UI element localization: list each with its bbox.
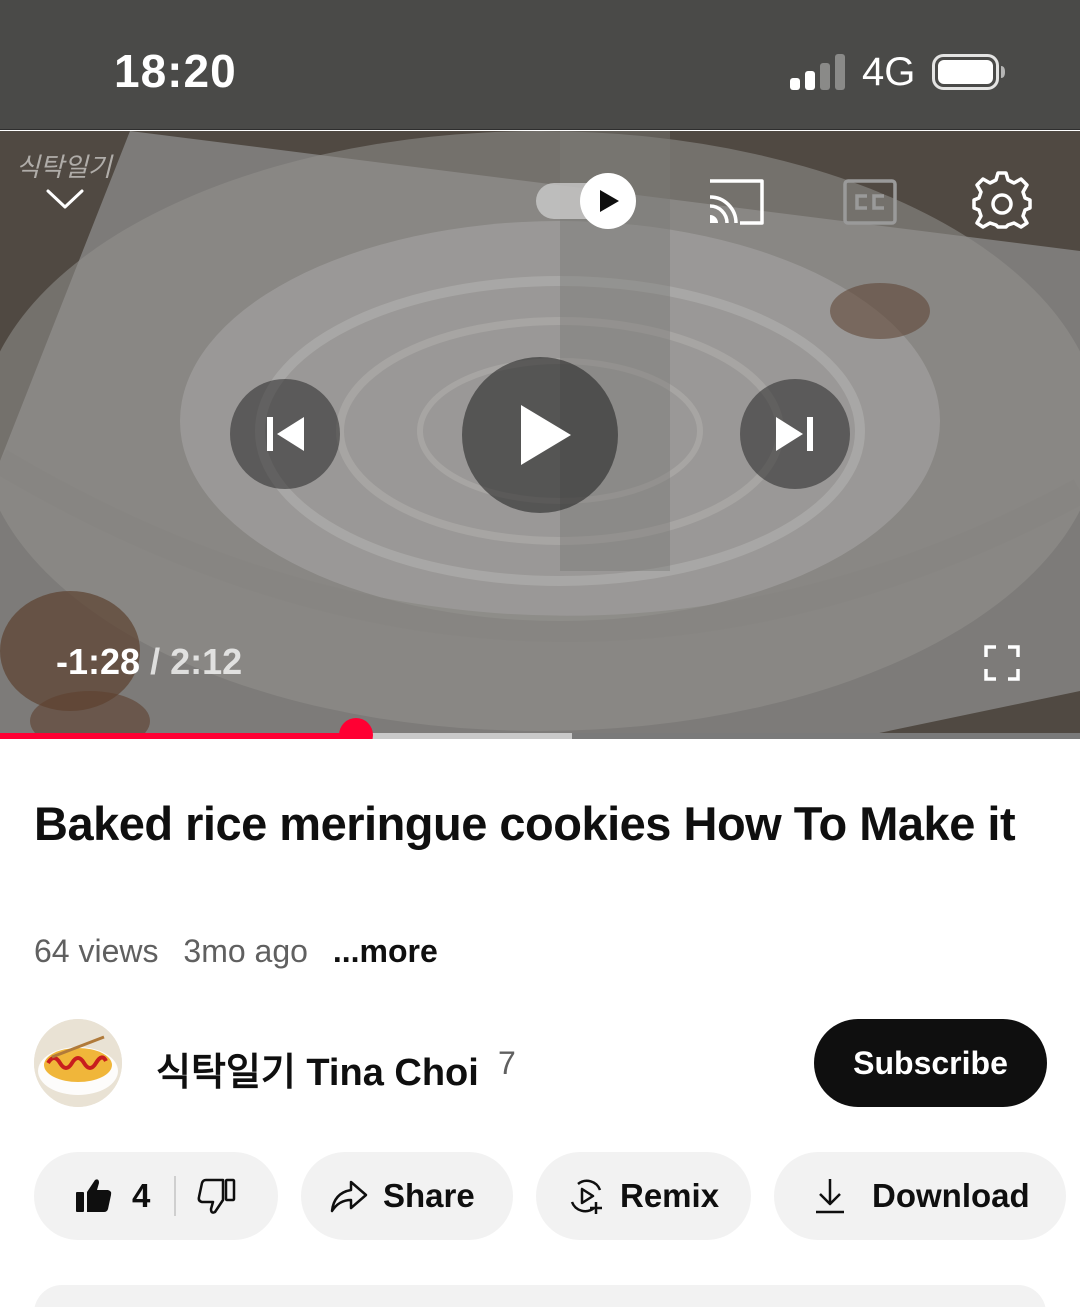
battery-icon	[932, 54, 1005, 90]
download-button[interactable]: Download	[774, 1152, 1066, 1240]
video-info-sheet: Baked rice meringue cookies How To Make …	[0, 739, 1080, 1307]
status-bar: 18:20 4G	[0, 0, 1080, 130]
time-readout: -1:28 / 2:12	[56, 641, 242, 683]
comments-preview-card[interactable]	[34, 1285, 1046, 1307]
cc-icon[interactable]	[843, 179, 897, 225]
share-button[interactable]: Share	[301, 1152, 513, 1240]
skip-next-icon	[776, 417, 813, 451]
gear-icon[interactable]	[972, 171, 1032, 231]
thumbs-up-icon[interactable]	[74, 1176, 114, 1216]
time-separator: /	[150, 641, 161, 682]
previous-button[interactable]	[230, 379, 340, 489]
subscriber-count: 7	[498, 1045, 516, 1081]
like-dislike-group: 4	[34, 1152, 278, 1240]
chevron-down-icon[interactable]	[42, 183, 88, 213]
signal-icon	[790, 54, 845, 90]
video-watermark: 식탁일기	[16, 153, 112, 183]
cast-icon[interactable]	[706, 177, 766, 227]
upload-age: 3mo ago	[183, 933, 308, 969]
view-count: 64 views	[34, 933, 159, 969]
video-player[interactable]: 식탁일기 -1:28 / 2:12	[0, 131, 1080, 737]
thumbs-down-icon[interactable]	[196, 1176, 236, 1216]
skip-previous-icon	[267, 417, 304, 451]
play-icon	[521, 405, 571, 465]
share-arrow-icon	[330, 1180, 368, 1213]
share-label: Share	[383, 1177, 475, 1214]
video-title[interactable]: Baked rice meringue cookies How To Make …	[34, 795, 1054, 853]
like-count: 4	[132, 1177, 151, 1214]
subscribe-button[interactable]: Subscribe	[814, 1019, 1047, 1107]
avatar[interactable]	[34, 1019, 122, 1107]
autoplay-toggle-icon[interactable]	[536, 171, 640, 231]
network-label: 4G	[862, 50, 916, 94]
remix-button[interactable]: Remix	[536, 1152, 751, 1240]
play-button[interactable]	[462, 357, 618, 513]
download-label: Download	[872, 1177, 1030, 1214]
more-link[interactable]: ...more	[333, 933, 438, 969]
video-metadata[interactable]: 64 views 3mo ago ...more	[34, 933, 454, 970]
fullscreen-icon[interactable]	[982, 643, 1022, 683]
video-duration: 2:12	[170, 641, 243, 682]
download-icon	[816, 1179, 844, 1214]
channel-name[interactable]: 식탁일기 Tina Choi	[156, 1041, 479, 1096]
remix-icon	[570, 1179, 602, 1214]
time-remaining: -1:28	[56, 641, 141, 682]
next-button[interactable]	[740, 379, 850, 489]
like-divider	[174, 1176, 177, 1216]
status-time: 18:20	[114, 45, 237, 97]
remix-label: Remix	[620, 1177, 720, 1214]
channel-avatar-image	[34, 1019, 122, 1107]
